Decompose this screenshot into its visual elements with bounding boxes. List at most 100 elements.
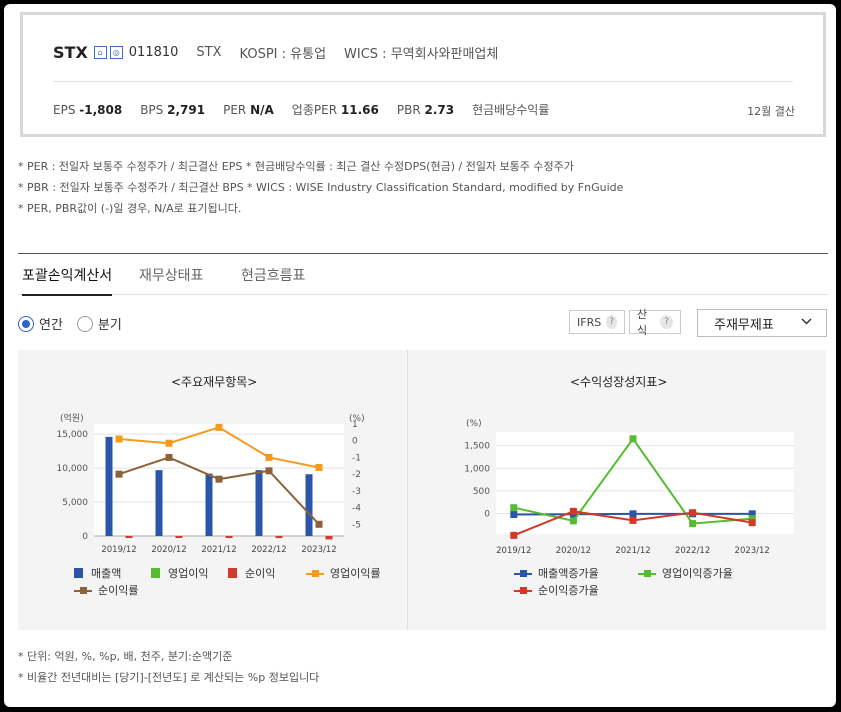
y-right-tick-label: -4	[352, 504, 361, 514]
data-point	[115, 470, 123, 478]
data-point	[510, 511, 518, 519]
stock-english-name: STX	[196, 45, 222, 60]
legend-swatch	[514, 569, 532, 578]
x-tick-label: 2022/12	[675, 546, 710, 556]
data-point	[215, 475, 223, 483]
bar-net-income	[325, 536, 333, 540]
data-point	[569, 517, 577, 525]
data-point	[629, 435, 637, 443]
bar-sales	[155, 470, 163, 536]
formula-button[interactable]: 산식?	[629, 308, 681, 337]
ticker-name: STX	[53, 43, 88, 62]
data-point	[510, 531, 518, 539]
summary-metrics: EPS -1,808 BPS 2,791 PER N/A 업종PER 11.66…	[53, 101, 567, 118]
bps-value: 2,791	[167, 102, 206, 117]
ifrs-button[interactable]: IFRS?	[569, 310, 625, 334]
annual-radio[interactable]	[18, 315, 34, 332]
stock-code: 011810	[128, 45, 179, 60]
eps-label: EPS	[53, 102, 76, 117]
legend-swatch	[151, 568, 160, 578]
help-icon[interactable]: ?	[660, 315, 673, 329]
sector-per-value: 11.66	[340, 103, 379, 117]
ifrs-label: IFRS	[577, 315, 602, 329]
note-line: * PER : 전일자 보통주 수정주가 / 최근결산 EPS * 현금배당수익…	[18, 160, 574, 173]
stock-summary-box: STX ⌂ ◎ 011810 STX KOSPI : 유통업 WICS : 무역…	[20, 12, 826, 137]
quarter-label[interactable]: 분기	[98, 314, 122, 333]
unit-footnotes: * 단위: 억원, %, %p, 배, 천주, 분기:순액기준 * 비율간 전년…	[18, 646, 319, 688]
legend-sales-growth[interactable]: 매출액증가율	[514, 565, 599, 581]
note-line: * PER, PBR값이 (-)일 경우, N/A로 표기됩니다.	[18, 202, 242, 215]
per-metric: PER N/A	[223, 103, 274, 117]
ir-icon[interactable]: ◎	[109, 46, 123, 59]
y-left-tick-label: 10,000	[57, 464, 89, 474]
chart2-title: <수익성장성지표>	[570, 375, 668, 389]
data-point	[165, 453, 173, 461]
help-icon[interactable]: ?	[606, 315, 617, 329]
eps-value: -1,808	[79, 102, 123, 117]
home-icon[interactable]: ⌂	[93, 46, 107, 59]
sector-per-label: 업종PER	[291, 103, 338, 117]
legend-op-income-growth[interactable]: 영업이익증가율	[638, 565, 733, 581]
bar-net-income	[225, 536, 233, 538]
y-right-tick-label: -2	[352, 470, 361, 480]
y-tick-label: 1,000	[464, 464, 490, 474]
legend-label: 영업이익증가율	[662, 567, 733, 580]
y-right-tick-label: -5	[352, 520, 361, 530]
wics-sector: WICS : 무역회사와판매업체	[344, 47, 499, 62]
bar-net-income	[125, 536, 133, 538]
bps-label: BPS	[140, 102, 164, 117]
x-tick-label: 2023/12	[301, 545, 336, 555]
y-unit: (%)	[466, 419, 482, 429]
data-point	[689, 509, 697, 517]
legend-swatch	[514, 586, 532, 595]
y-left-unit: (억원)	[60, 412, 84, 424]
chart1-legend: 매출액 영업이익 순이익 영업이익률 순이익률	[74, 565, 404, 605]
legend-net-income-growth[interactable]: 순이익증가율	[514, 582, 599, 598]
legend-label: 매출액	[91, 567, 122, 580]
legend-swatch	[74, 568, 83, 578]
dividend-yield-label: 현금배당수익률	[472, 103, 550, 117]
data-point	[315, 463, 323, 471]
pbr-value: 2.73	[424, 102, 455, 117]
legend-sales[interactable]: 매출액	[74, 565, 121, 581]
tab-cash-flow[interactable]: 현금흐름표	[241, 265, 305, 285]
data-point	[510, 504, 518, 512]
legend-label: 매출액증가율	[538, 567, 599, 580]
y-right-tick-label: -3	[352, 487, 361, 497]
statement-type-dropdown[interactable]: 주재무제표	[697, 309, 827, 337]
x-tick-label: 2019/12	[101, 545, 136, 555]
legend-label: 순이익률	[98, 584, 139, 597]
chart1-title: <주요재무항목>	[171, 375, 258, 389]
legend-op-income[interactable]: 영업이익	[151, 565, 208, 581]
legend-label: 순이익증가율	[538, 584, 599, 597]
legend-net-income[interactable]: 순이익	[228, 565, 275, 581]
eps-metric: EPS -1,808	[53, 103, 122, 117]
dropdown-value: 주재무제표	[714, 317, 774, 333]
x-tick-label: 2022/12	[251, 545, 286, 555]
data-point	[165, 439, 173, 447]
tab-balance-sheet[interactable]: 재무상태표	[139, 265, 203, 285]
chart2-legend: 매출액증가율 영업이익증가율 순이익증가율	[514, 565, 814, 605]
section-divider	[18, 253, 828, 254]
legend-label: 영업이익률	[330, 567, 381, 580]
legend-op-margin[interactable]: 영업이익률	[306, 565, 381, 581]
data-point	[748, 519, 756, 527]
bps-metric: BPS 2,791	[140, 103, 205, 117]
y-tick-label: 500	[473, 487, 490, 497]
annual-label[interactable]: 연간	[39, 314, 63, 333]
legend-net-margin[interactable]: 순이익률	[74, 582, 138, 598]
bar-sales	[105, 436, 113, 536]
formula-label: 산식	[637, 308, 648, 337]
definition-notes: * PER : 전일자 보통주 수정주가 / 최근결산 EPS * 현금배당수익…	[18, 156, 623, 219]
tab-income-statement[interactable]: 포괄손익계산서	[22, 265, 113, 296]
quarter-radio[interactable]	[76, 315, 93, 332]
y-tick-label: 0	[484, 510, 490, 520]
growth-indicators-chart: 1,500 1,000 500 0 (%) 2019/12 2020/12 2021/12 20…	[464, 419, 794, 556]
financial-items-chart: 15,00010,0005,000010-1-2-3-4-5(억원) (%)201…	[57, 412, 365, 555]
data-point	[315, 520, 323, 528]
legend-label: 순이익	[245, 567, 276, 580]
charts-divider	[407, 350, 408, 630]
legend-swatch	[228, 568, 237, 578]
data-point	[629, 516, 637, 524]
pbr-metric: PBR 2.73	[397, 103, 454, 117]
